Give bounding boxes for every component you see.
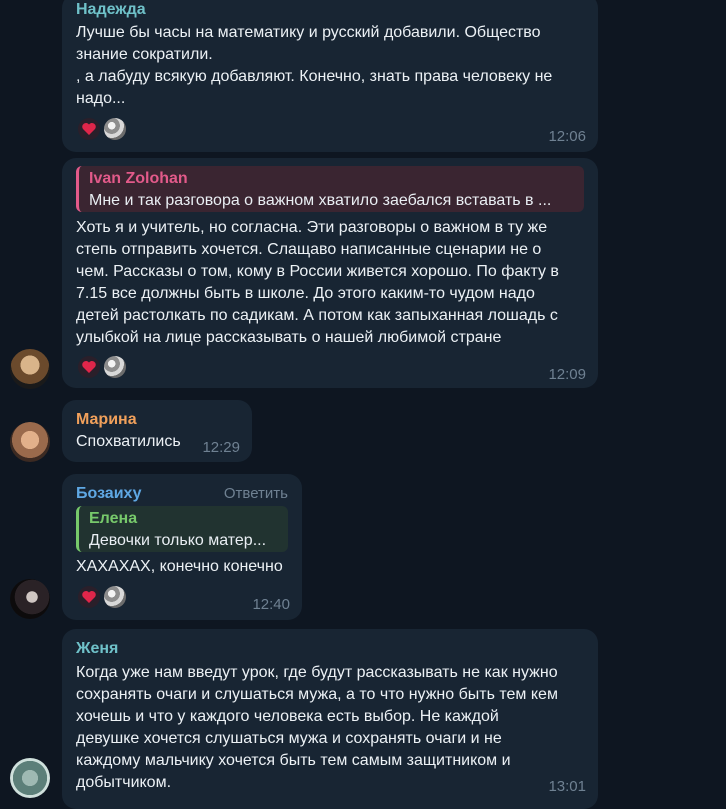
- message-text: Когда уже нам введут урок, где будут рас…: [76, 662, 558, 794]
- message-bubble[interactable]: Марина Спохватились 12:29: [62, 400, 252, 462]
- sender-name[interactable]: Надежда: [76, 0, 146, 21]
- quoted-text: Мне и так разговора о важном хватило зае…: [89, 192, 552, 209]
- message-line: каждому мальчику хочется быть тем самым …: [76, 752, 511, 769]
- message-line: , а лабуду всякую добавляют. Конечно, зн…: [76, 68, 553, 85]
- reactions[interactable]: [78, 356, 126, 378]
- message-line: улыбкой на лице рассказывать о нашей люб…: [76, 329, 502, 346]
- message-line: надо...: [76, 90, 126, 107]
- avatar[interactable]: [10, 422, 50, 462]
- heart-reaction-icon[interactable]: [78, 586, 100, 608]
- message-time: 12:29: [202, 439, 240, 456]
- heart-reaction-icon[interactable]: [78, 356, 100, 378]
- message-line: знание сократили.: [76, 46, 213, 63]
- sender-name[interactable]: Бозаиху: [76, 483, 142, 505]
- quoted-author: Елена: [89, 510, 138, 527]
- message-line: 7.15 все должны быть в школе. До этого к…: [76, 285, 535, 302]
- quoted-reply[interactable]: Ivan Zolohan Мне и так разговора о важно…: [76, 166, 584, 212]
- message-line: детей растолкать по садикам. А потом как…: [76, 307, 558, 324]
- reactions[interactable]: [78, 586, 126, 608]
- message-line: добытчиком.: [76, 774, 172, 791]
- quoted-author: Ivan Zolohan: [89, 170, 188, 187]
- sticker-reaction-icon[interactable]: [104, 118, 126, 140]
- message-line: Когда уже нам введут урок, где будут рас…: [76, 664, 558, 681]
- sticker-reaction-icon[interactable]: [104, 356, 126, 378]
- message-time: 12:06: [548, 128, 586, 145]
- message-bubble[interactable]: Ivan Zolohan Мне и так разговора о важно…: [62, 158, 598, 388]
- message-time: 12:09: [548, 366, 586, 383]
- quoted-text: Девочки только матер...: [89, 532, 267, 549]
- message-line: девушке хочется слушаться мужа и сохраня…: [76, 730, 502, 747]
- reactions[interactable]: [78, 118, 126, 140]
- reply-button[interactable]: Ответить: [224, 485, 288, 502]
- quoted-reply[interactable]: Елена Девочки только матер...: [76, 506, 288, 552]
- message-bubble[interactable]: Женя Когда уже нам введут урок, где буду…: [62, 629, 598, 809]
- message-time: 12:40: [252, 596, 290, 613]
- sticker-reaction-icon[interactable]: [104, 586, 126, 608]
- message-line: хочешь и что у каждого человека есть выб…: [76, 708, 499, 725]
- message-line: Хоть я и учитель, но согласна. Эти разго…: [76, 219, 548, 236]
- message-text: Хоть я и учитель, но согласна. Эти разго…: [76, 217, 559, 349]
- message-line: Лучше бы часы на математику и русский до…: [76, 24, 541, 41]
- message-text: Лучше бы часы на математику и русский до…: [76, 22, 552, 110]
- sender-name[interactable]: Марина: [76, 409, 137, 431]
- avatar[interactable]: [10, 579, 50, 619]
- avatar[interactable]: [10, 758, 50, 798]
- heart-reaction-icon[interactable]: [78, 118, 100, 140]
- message-bubble[interactable]: Бозаиху Ответить Елена Девочки только ма…: [62, 474, 302, 620]
- sender-name[interactable]: Женя: [76, 638, 118, 660]
- message-line: чем. Рассказы о том, кому в России живет…: [76, 263, 559, 280]
- avatar[interactable]: [10, 349, 50, 389]
- message-line: степь отправить хочется. Слащаво написан…: [76, 241, 542, 258]
- message-text: Спохватились: [76, 433, 181, 450]
- message-text: ХАХАХАХ, конечно конечно: [76, 558, 283, 575]
- message-time: 13:01: [548, 778, 586, 795]
- message-bubble[interactable]: Надежда Лучше бы часы на математику и ру…: [62, 0, 598, 152]
- message-line: сохранять очаги и слушаться мужа, а то ч…: [76, 686, 558, 703]
